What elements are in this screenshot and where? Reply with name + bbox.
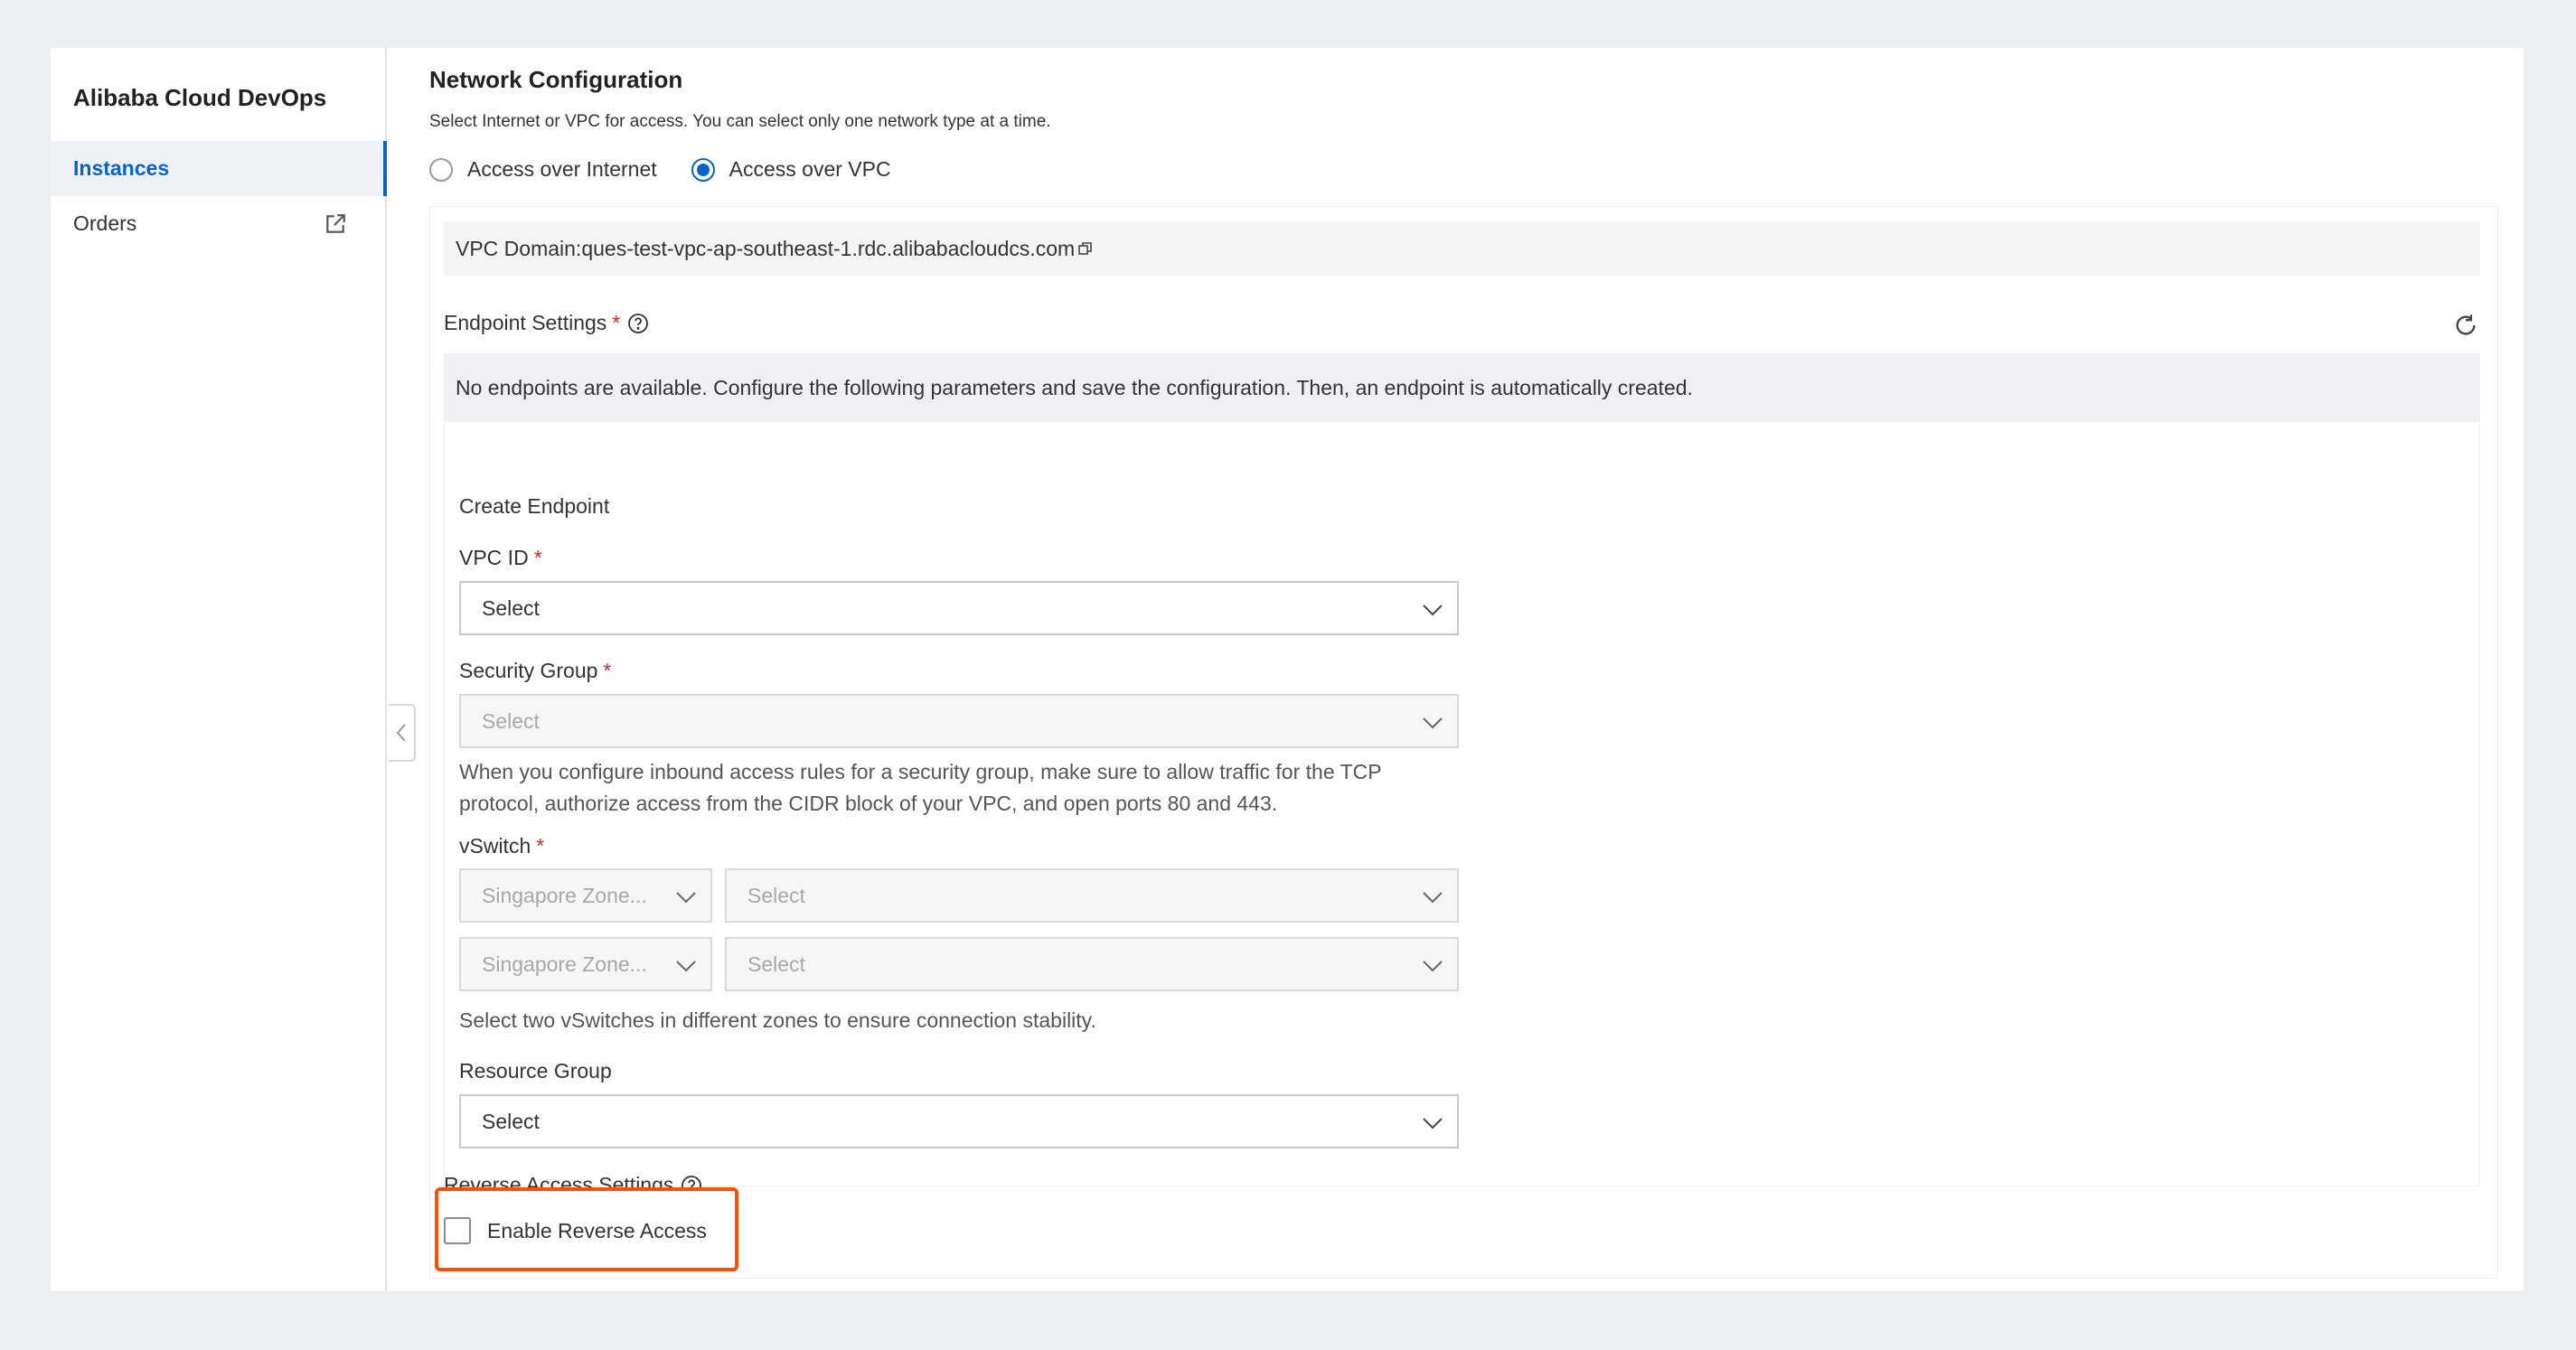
external-link-icon	[326, 214, 345, 233]
resource-group-label: Resource Group	[459, 1059, 612, 1083]
vswitch-select-value: Select	[747, 883, 805, 907]
help-icon[interactable]	[627, 313, 649, 334]
radio-access-internet[interactable]: Access over Internet	[429, 157, 657, 182]
endpoint-settings-label: Endpoint Settings	[444, 311, 607, 334]
vswitch-select-2[interactable]: Select	[725, 937, 1459, 991]
vswitch-label-text: vSwitch	[459, 834, 531, 858]
radio-button[interactable]	[691, 157, 715, 182]
security-group-label-text: Security Group	[459, 659, 598, 682]
vpc-domain-text: VPC Domain:ques-test-vpc-ap-southeast-1.…	[456, 236, 1076, 260]
chevron-down-icon	[1423, 961, 1443, 972]
checkbox[interactable]	[444, 1217, 471, 1244]
section-description: Select Internet or VPC for access. You c…	[429, 112, 1051, 131]
security-group-hint: When you configure inbound access rules …	[459, 756, 1382, 820]
chevron-down-icon	[1423, 717, 1443, 729]
sidebar-item-label: Orders	[73, 211, 137, 235]
security-group-hint-line: When you configure inbound access rules …	[459, 760, 1382, 783]
enable-reverse-access-checkbox[interactable]: Enable Reverse Access	[444, 1217, 707, 1244]
radio-label: Access over Internet	[467, 157, 657, 181]
chevron-down-icon	[1423, 1118, 1443, 1130]
sidebar-item-instances[interactable]: Instances	[51, 141, 387, 196]
vswitch-zone-value: Singapore Zone...	[482, 883, 647, 907]
vpc-domain-box: VPC Domain:ques-test-vpc-ap-southeast-1.…	[444, 221, 2480, 276]
chevron-down-icon	[676, 961, 696, 972]
vswitch-label: vSwitch *	[459, 834, 551, 858]
no-endpoints-notice: No endpoints are available. Configure th…	[444, 353, 2480, 422]
vpc-id-label-text: VPC ID	[459, 546, 529, 569]
security-group-select-value: Select	[482, 708, 540, 733]
radio-button[interactable]	[429, 157, 453, 182]
vswitch-zone-select-2[interactable]: Singapore Zone...	[459, 937, 712, 991]
chevron-down-icon	[1423, 892, 1443, 904]
security-group-label: Security Group *	[459, 659, 618, 683]
vswitch-zone-value: Singapore Zone...	[482, 952, 647, 976]
vswitch-select-value: Select	[747, 952, 805, 976]
required-mark: *	[533, 546, 542, 569]
vpc-id-select[interactable]: Select	[459, 581, 1459, 635]
vswitch-hint: Select two vSwitches in different zones …	[459, 1008, 1096, 1032]
endpoint-settings-title: Endpoint Settings *	[444, 311, 649, 335]
vswitch-zone-select-1[interactable]: Singapore Zone...	[459, 868, 712, 923]
app-window: Alibaba Cloud DevOps Instances Orders Ne…	[51, 48, 2524, 1291]
create-endpoint-title: Create Endpoint	[459, 494, 610, 518]
resource-group-select[interactable]: Select	[459, 1094, 1459, 1148]
vpc-id-select-value: Select	[482, 595, 540, 620]
main-content: Network Configuration Select Internet or…	[387, 48, 2524, 1291]
resource-group-select-value: Select	[482, 1109, 540, 1133]
vpc-id-label: VPC ID *	[459, 546, 550, 570]
checkbox-label: Enable Reverse Access	[487, 1218, 707, 1242]
chevron-down-icon	[676, 892, 696, 904]
refresh-icon[interactable]	[2453, 313, 2478, 338]
vswitch-select-1[interactable]: Select	[725, 868, 1459, 923]
radio-label: Access over VPC	[729, 157, 891, 181]
sidebar-item-label: Instances	[73, 156, 170, 180]
security-group-select[interactable]: Select	[459, 694, 1459, 748]
chevron-down-icon	[1423, 605, 1443, 616]
sidebar-item-orders[interactable]: Orders	[51, 196, 387, 251]
radio-access-vpc[interactable]: Access over VPC	[691, 157, 891, 182]
copy-icon[interactable]	[1076, 239, 1095, 258]
required-mark: *	[603, 659, 612, 682]
section-title: Network Configuration	[429, 66, 683, 93]
security-group-hint-line: protocol, authorize access from the CIDR…	[459, 792, 1278, 815]
required-mark: *	[612, 311, 621, 334]
brand-title: Alibaba Cloud DevOps	[73, 84, 327, 111]
sidebar: Alibaba Cloud DevOps Instances Orders	[51, 48, 387, 1291]
network-type-radio-group: Access over Internet Access over VPC	[429, 157, 891, 182]
required-mark: *	[536, 834, 545, 858]
